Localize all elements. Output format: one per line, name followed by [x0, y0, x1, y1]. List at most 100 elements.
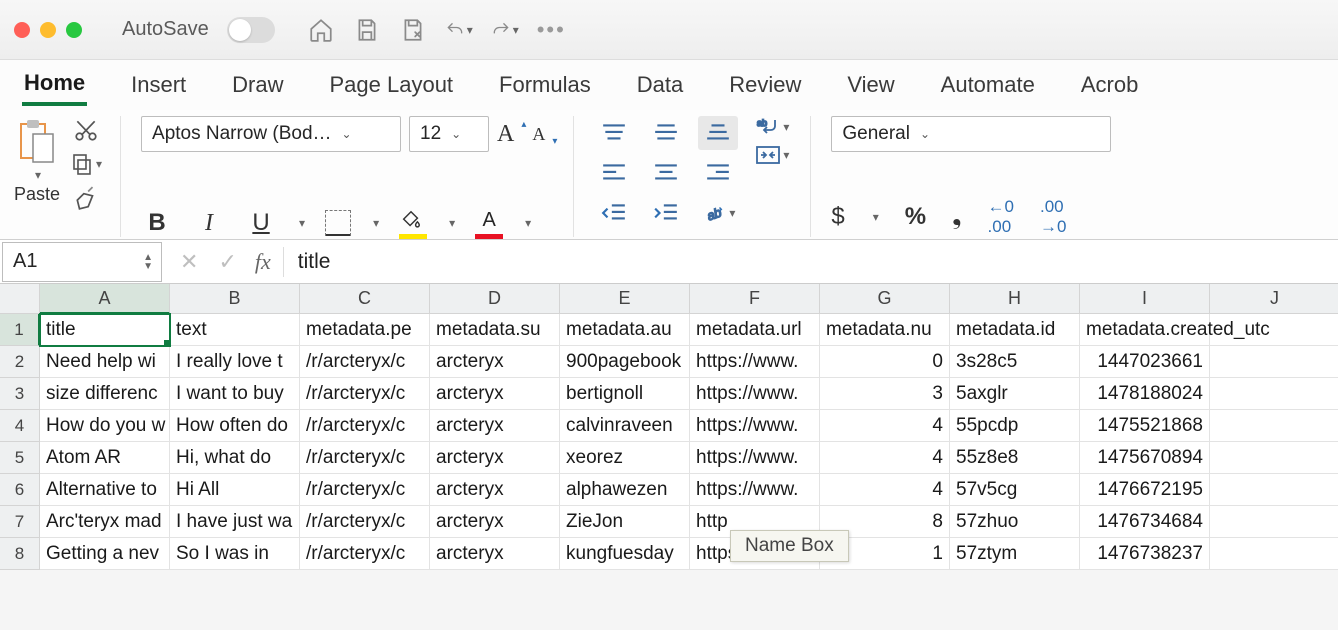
cell[interactable]: So I was in: [170, 538, 300, 570]
cell[interactable]: https://www.: [690, 346, 820, 378]
cell[interactable]: /r/arcteryx/c: [300, 442, 430, 474]
align-center-icon[interactable]: [646, 156, 686, 190]
borders-button[interactable]: [325, 210, 351, 236]
column-header[interactable]: I: [1080, 284, 1210, 314]
row-header[interactable]: 3: [0, 378, 40, 410]
cell[interactable]: arcteryx: [430, 410, 560, 442]
tab-formulas[interactable]: Formulas: [497, 66, 593, 104]
cell[interactable]: 5axglr: [950, 378, 1080, 410]
decrease-decimal-icon[interactable]: .00→0: [1040, 197, 1066, 237]
percent-format-icon[interactable]: %: [905, 203, 926, 231]
tab-home[interactable]: Home: [22, 64, 87, 106]
orientation-icon[interactable]: ab▾: [698, 196, 738, 230]
cell[interactable]: metadata.au: [560, 314, 690, 346]
decrease-indent-icon[interactable]: [594, 196, 634, 230]
font-name-combo[interactable]: Aptos Narrow (Bod…⌄: [141, 116, 401, 152]
cell[interactable]: Hi, what do: [170, 442, 300, 474]
select-all-corner[interactable]: [0, 284, 40, 314]
cut-icon[interactable]: [70, 116, 102, 144]
cell[interactable]: I really love t: [170, 346, 300, 378]
cell[interactable]: [1210, 506, 1338, 538]
tab-data[interactable]: Data: [635, 66, 685, 104]
align-bottom-icon[interactable]: [698, 116, 738, 150]
cell[interactable]: arcteryx: [430, 378, 560, 410]
cell[interactable]: Getting a nev: [40, 538, 170, 570]
save-icon[interactable]: [353, 16, 381, 44]
cell[interactable]: /r/arcteryx/c: [300, 538, 430, 570]
fx-icon[interactable]: fx: [255, 249, 271, 275]
cell[interactable]: https://www.: [690, 410, 820, 442]
cell[interactable]: How do you w: [40, 410, 170, 442]
close-window-button[interactable]: [14, 22, 30, 38]
cell[interactable]: /r/arcteryx/c: [300, 346, 430, 378]
cell[interactable]: ZieJon: [560, 506, 690, 538]
cell[interactable]: 57ztym: [950, 538, 1080, 570]
cell[interactable]: https://www.: [690, 474, 820, 506]
italic-button[interactable]: I: [193, 210, 225, 237]
increase-decimal-icon[interactable]: ←0.00: [988, 197, 1014, 237]
formula-input[interactable]: title: [298, 250, 331, 274]
cell[interactable]: Hi All: [170, 474, 300, 506]
cell[interactable]: Atom AR: [40, 442, 170, 474]
merge-cells-icon[interactable]: ▾: [752, 144, 792, 166]
cell[interactable]: I want to buy: [170, 378, 300, 410]
cell[interactable]: https://www.: [690, 378, 820, 410]
cell[interactable]: kungfuesday: [560, 538, 690, 570]
cell[interactable]: 1475521868: [1080, 410, 1210, 442]
underline-button[interactable]: U: [245, 209, 277, 237]
column-header[interactable]: C: [300, 284, 430, 314]
cell[interactable]: /r/arcteryx/c: [300, 474, 430, 506]
cancel-formula-icon[interactable]: ✕: [180, 249, 198, 275]
column-header[interactable]: G: [820, 284, 950, 314]
cell[interactable]: How often do: [170, 410, 300, 442]
increase-indent-icon[interactable]: [646, 196, 686, 230]
cell[interactable]: xeorez: [560, 442, 690, 474]
row-header[interactable]: 8: [0, 538, 40, 570]
redo-icon[interactable]: ▾: [491, 16, 519, 44]
more-commands-icon[interactable]: •••: [537, 17, 566, 43]
tab-review[interactable]: Review: [727, 66, 803, 104]
cell[interactable]: 3s28c5: [950, 346, 1080, 378]
row-header[interactable]: 6: [0, 474, 40, 506]
cell[interactable]: /r/arcteryx/c: [300, 410, 430, 442]
tab-acrob[interactable]: Acrob: [1079, 66, 1140, 104]
cell[interactable]: 1475670894: [1080, 442, 1210, 474]
cell[interactable]: calvinraveen: [560, 410, 690, 442]
name-box-spinner[interactable]: ▲▼: [143, 253, 153, 271]
tab-draw[interactable]: Draw: [230, 66, 285, 104]
increase-font-icon[interactable]: A: [497, 121, 524, 148]
cell[interactable]: 1476734684: [1080, 506, 1210, 538]
cell[interactable]: arcteryx: [430, 474, 560, 506]
tab-insert[interactable]: Insert: [129, 66, 188, 104]
cell[interactable]: [1210, 378, 1338, 410]
cell[interactable]: arcteryx: [430, 538, 560, 570]
cell[interactable]: 900pagebook: [560, 346, 690, 378]
align-right-icon[interactable]: [698, 156, 738, 190]
copy-icon[interactable]: ▾: [70, 150, 102, 178]
align-middle-icon[interactable]: [646, 116, 686, 150]
cell[interactable]: metadata.id: [950, 314, 1080, 346]
font-size-combo[interactable]: 12⌄: [409, 116, 489, 152]
cell[interactable]: [1210, 474, 1338, 506]
row-header[interactable]: 7: [0, 506, 40, 538]
cell[interactable]: I have just wa: [170, 506, 300, 538]
align-left-icon[interactable]: [594, 156, 634, 190]
name-box[interactable]: A1 ▲▼: [2, 242, 162, 282]
cell[interactable]: Need help wi: [40, 346, 170, 378]
row-header[interactable]: 2: [0, 346, 40, 378]
cell[interactable]: /r/arcteryx/c: [300, 506, 430, 538]
cell[interactable]: metadata.url: [690, 314, 820, 346]
row-header[interactable]: 1: [0, 314, 40, 346]
align-top-icon[interactable]: [594, 116, 634, 150]
cell[interactable]: 1447023661: [1080, 346, 1210, 378]
cell[interactable]: 4: [820, 442, 950, 474]
number-format-combo[interactable]: General⌄: [831, 116, 1111, 152]
cell[interactable]: 0: [820, 346, 950, 378]
cell[interactable]: metadata.created_utc: [1080, 314, 1210, 346]
autosave-toggle[interactable]: [227, 17, 275, 43]
cell[interactable]: size differenc: [40, 378, 170, 410]
cell[interactable]: title: [40, 314, 170, 346]
cell[interactable]: Arc'teryx mad: [40, 506, 170, 538]
cell[interactable]: bertignoll: [560, 378, 690, 410]
tab-page-layout[interactable]: Page Layout: [328, 66, 456, 104]
